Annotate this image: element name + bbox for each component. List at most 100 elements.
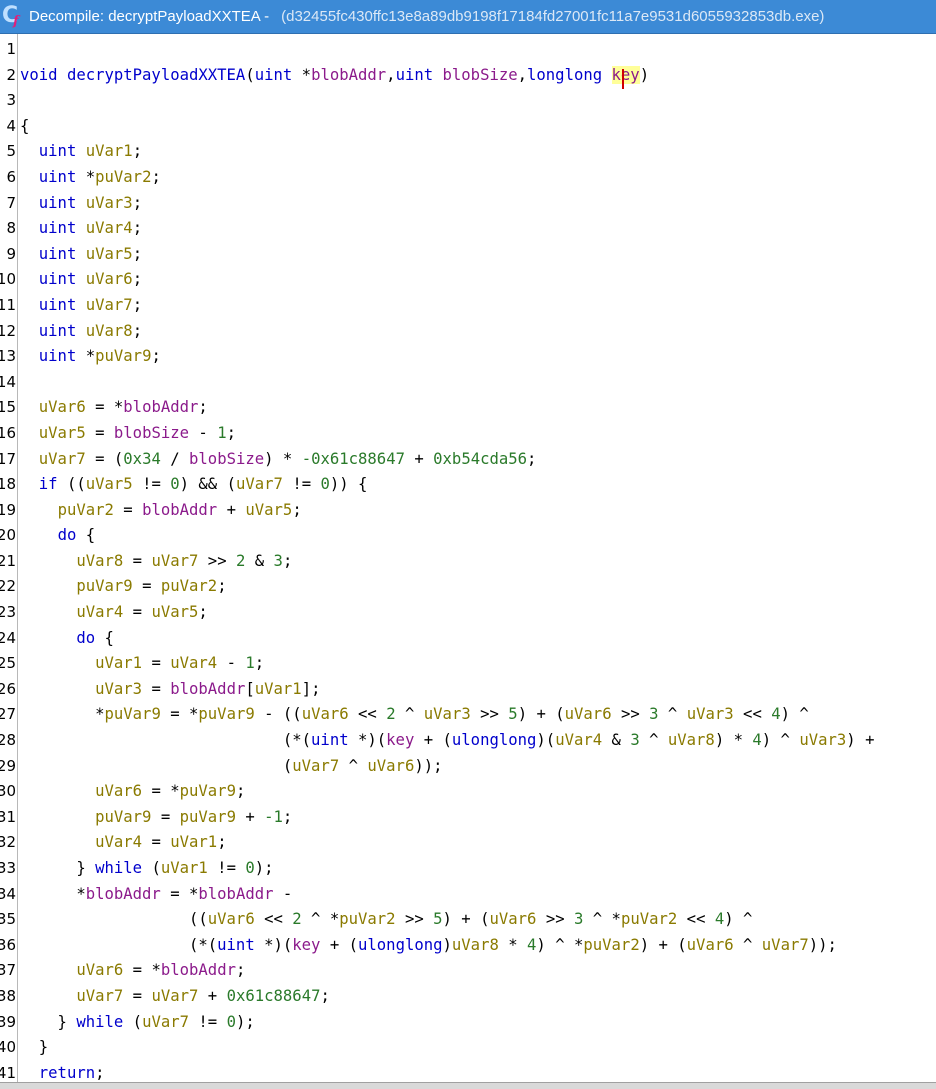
code-token[interactable]: uint — [39, 270, 77, 288]
code-line[interactable]: 3 — [0, 88, 936, 114]
code-token[interactable]: uVar3 — [687, 705, 734, 723]
code-token[interactable]: puVar9 — [95, 347, 151, 365]
code-token[interactable]: puVar9 — [76, 577, 132, 595]
code-token[interactable]: uint — [39, 142, 77, 160]
code-line[interactable]: 17 uVar7 = (0x34 / blobSize) * -0x61c886… — [0, 447, 936, 473]
code-token[interactable]: uVar8 — [86, 322, 133, 340]
code-token[interactable]: uVar7 — [236, 475, 283, 493]
code-token[interactable]: blobAddr — [311, 66, 386, 84]
code-line[interactable]: 9 uint uVar5; — [0, 242, 936, 268]
code-token[interactable]: if — [39, 475, 58, 493]
code-token[interactable]: 0 — [245, 859, 254, 877]
code-token[interactable]: uVar7 — [76, 987, 123, 1005]
code-line[interactable]: 22 puVar9 = puVar2; — [0, 574, 936, 600]
code-token[interactable]: while — [95, 859, 142, 877]
code-token[interactable]: 0 — [170, 475, 179, 493]
code-token[interactable]: blobAddr — [170, 680, 245, 698]
code-token[interactable]: uVar4 — [170, 654, 217, 672]
code-line[interactable]: 16 uVar5 = blobSize - 1; — [0, 421, 936, 447]
code-line[interactable]: 20 do { — [0, 523, 936, 549]
code-token[interactable]: 3 — [574, 910, 583, 928]
code-token[interactable]: do — [58, 526, 77, 544]
code-token[interactable]: uVar4 — [95, 833, 142, 851]
code-token[interactable]: 1 — [245, 654, 254, 672]
code-token[interactable]: void decryptPayloadXXTEA — [20, 66, 245, 84]
code-token[interactable]: 1 — [217, 424, 226, 442]
code-token[interactable]: uVar8 — [668, 731, 715, 749]
code-token[interactable]: puVar2 — [621, 910, 677, 928]
code-token[interactable]: uVar1 — [161, 859, 208, 877]
code-token[interactable]: uint — [39, 347, 77, 365]
code-token[interactable]: -0x61c88647 — [302, 450, 405, 468]
code-token[interactable]: puVar2 — [161, 577, 217, 595]
code-token[interactable]: uint — [396, 66, 434, 84]
code-token[interactable]: -1 — [264, 808, 283, 826]
code-token[interactable]: uVar7 — [762, 936, 809, 954]
code-line[interactable]: 2 void decryptPayloadXXTEA(uint *blobAddr… — [0, 63, 936, 89]
highlighted-token[interactable]: key — [611, 65, 640, 89]
code-token[interactable]: do — [76, 629, 95, 647]
code-token[interactable]: 2 — [236, 552, 245, 570]
code-token[interactable]: uVar1 — [95, 654, 142, 672]
code-line[interactable]: 27 *puVar9 = *puVar9 - ((uVar6 << 2 ^ uV… — [0, 702, 936, 728]
code-line[interactable]: 31 puVar9 = puVar9 + -1; — [0, 805, 936, 831]
code-token[interactable]: uVar7 — [151, 552, 198, 570]
code-token[interactable]: 0x61c88647 — [227, 987, 321, 1005]
code-line[interactable]: 4{ — [0, 114, 936, 140]
code-token[interactable]: 4 — [771, 705, 780, 723]
code-line[interactable]: 15 uVar6 = *blobAddr; — [0, 395, 936, 421]
code-area[interactable]: 1 2 void decryptPayloadXXTEA(uint *blobAdd… — [0, 37, 936, 1082]
code-token[interactable]: puVar2 — [58, 501, 114, 519]
code-token[interactable]: key — [386, 731, 414, 749]
code-token[interactable]: uVar5 — [39, 424, 86, 442]
code-line[interactable]: 36 (*(uint *)(key + (ulonglong)uVar8 * 4… — [0, 933, 936, 959]
code-line[interactable]: 35 ((uVar6 << 2 ^ *puVar2 >> 5) + (uVar6… — [0, 907, 936, 933]
code-line[interactable]: 32 uVar4 = uVar1; — [0, 830, 936, 856]
code-line[interactable]: 41 return; — [0, 1061, 936, 1082]
code-token[interactable]: uVar6 — [95, 782, 142, 800]
code-token[interactable]: uVar6 — [302, 705, 349, 723]
code-token[interactable]: uint — [311, 731, 349, 749]
code-token[interactable]: 0 — [321, 475, 330, 493]
code-token[interactable]: puVar2 — [583, 936, 639, 954]
code-token[interactable]: 0 — [227, 1013, 236, 1031]
code-token[interactable]: uVar6 — [489, 910, 536, 928]
code-line[interactable]: 7 uint uVar3; — [0, 191, 936, 217]
code-token[interactable]: puVar2 — [339, 910, 395, 928]
code-token[interactable]: uVar4 — [76, 603, 123, 621]
code-token[interactable]: puVar9 — [105, 705, 161, 723]
code-line[interactable]: 29 (uVar7 ^ uVar6)); — [0, 754, 936, 780]
code-token[interactable]: blobSize — [189, 450, 264, 468]
code-line[interactable]: 11 uint uVar7; — [0, 293, 936, 319]
code-token[interactable]: blobSize — [443, 66, 518, 84]
code-line[interactable]: 37 uVar6 = *blobAddr; — [0, 958, 936, 984]
code-token[interactable]: uint — [39, 168, 77, 186]
code-line[interactable]: 28 (*(uint *)(key + (ulonglong)(uVar4 & … — [0, 728, 936, 754]
code-token[interactable]: uVar5 — [151, 603, 198, 621]
code-token[interactable]: uint — [39, 322, 77, 340]
code-token[interactable]: longlong — [527, 66, 602, 84]
code-token[interactable]: uVar3 — [86, 194, 133, 212]
code-token[interactable]: 0x34 — [123, 450, 161, 468]
code-token[interactable]: 5 — [508, 705, 517, 723]
code-token[interactable]: 4 — [527, 936, 536, 954]
code-token[interactable]: uVar8 — [452, 936, 499, 954]
code-token[interactable]: uVar6 — [687, 936, 734, 954]
code-line[interactable]: 14 — [0, 370, 936, 396]
code-line[interactable]: 40 } — [0, 1035, 936, 1061]
code-token[interactable]: uVar3 — [95, 680, 142, 698]
code-line[interactable]: 34 *blobAddr = *blobAddr - — [0, 882, 936, 908]
code-token[interactable]: blobAddr — [86, 885, 161, 903]
code-token[interactable]: 3 — [630, 731, 639, 749]
decompiler-code-view[interactable]: 1 2 void decryptPayloadXXTEA(uint *blobAdd… — [0, 34, 936, 1082]
code-token[interactable]: uVar1 — [255, 680, 302, 698]
window-title-bar[interactable]: Cf Decompile: decryptPayloadXXTEA - (d32… — [0, 0, 936, 34]
code-token[interactable]: uVar6 — [208, 910, 255, 928]
code-token[interactable]: blobSize — [114, 424, 189, 442]
code-token[interactable]: blobAddr — [142, 501, 217, 519]
code-line[interactable]: 33 } while (uVar1 != 0); — [0, 856, 936, 882]
code-line[interactable]: 39 } while (uVar7 != 0); — [0, 1010, 936, 1036]
code-token[interactable]: uVar8 — [76, 552, 123, 570]
code-line[interactable]: 23 uVar4 = uVar5; — [0, 600, 936, 626]
code-token[interactable]: uint — [39, 245, 77, 263]
